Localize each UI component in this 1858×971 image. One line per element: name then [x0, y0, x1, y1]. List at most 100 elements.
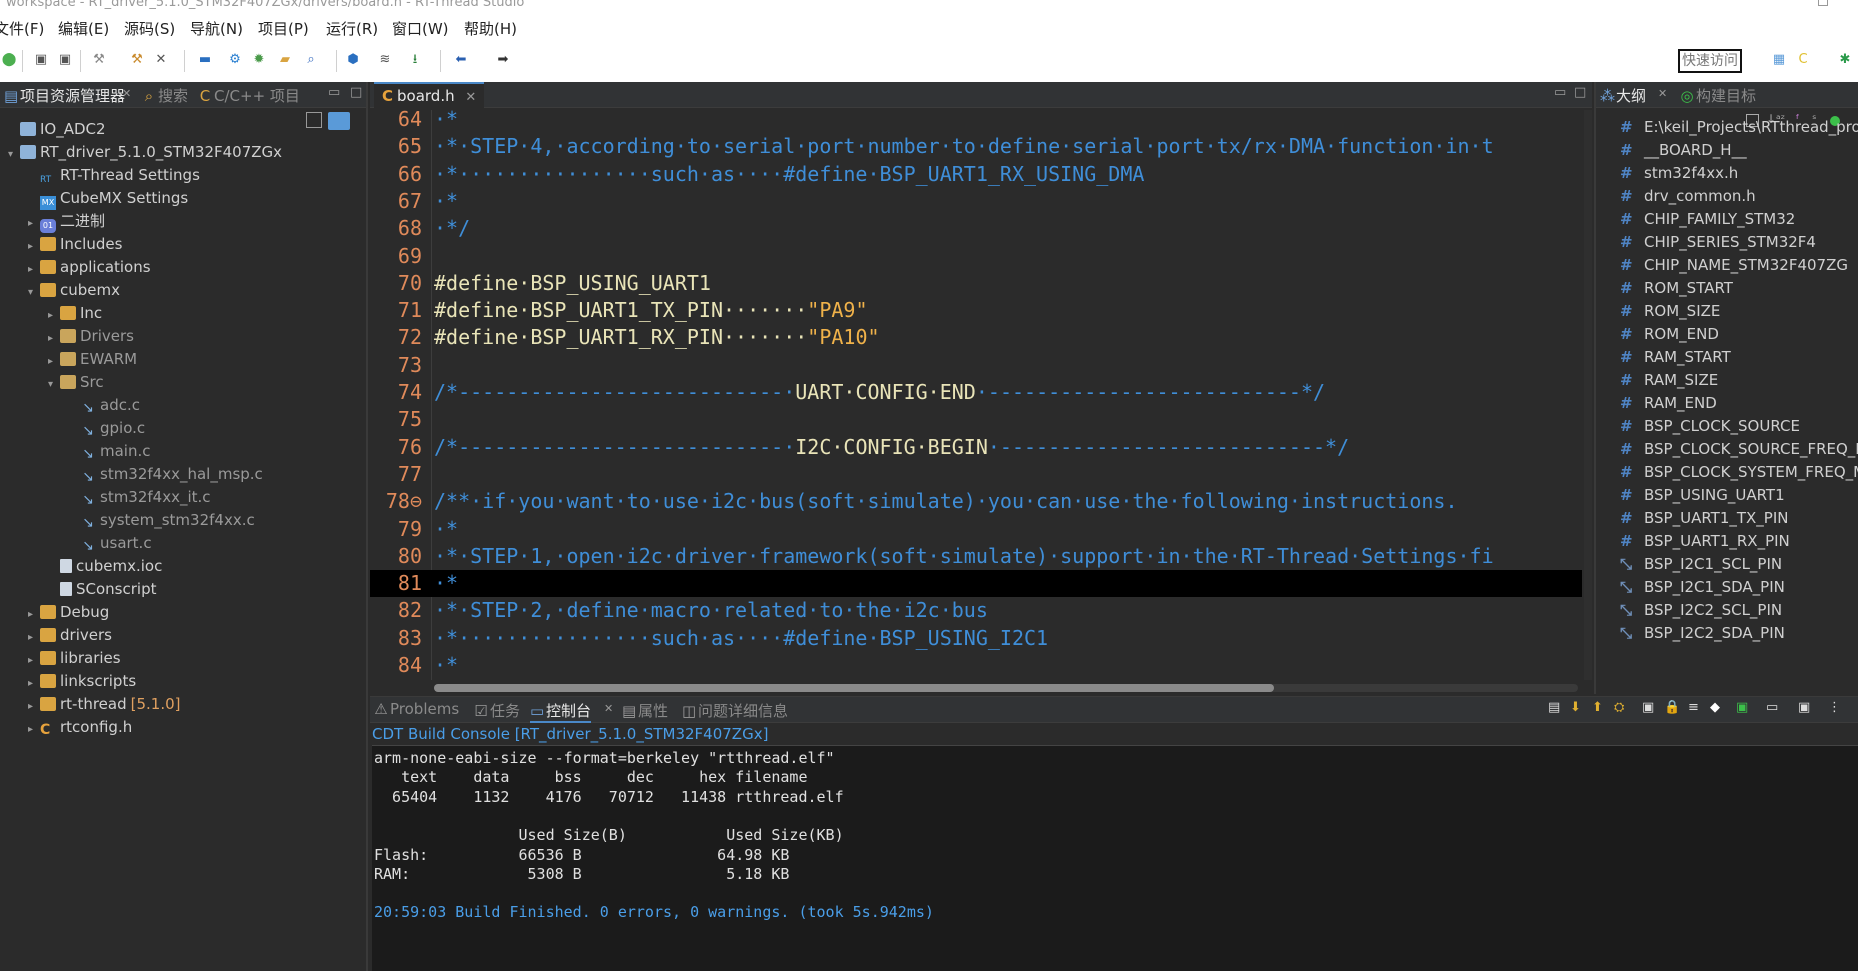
outline-item[interactable]: # RAM_END [1620, 392, 1717, 414]
scroll-lock-icon[interactable]: ⛭ [1614, 700, 1624, 715]
close-tab-icon[interactable]: ✕ [1658, 87, 1667, 100]
erase-icon[interactable]: ◆ [1710, 700, 1720, 715]
word-wrap-icon[interactable]: ≡ [1688, 700, 1699, 715]
download-icon[interactable]: ⭳ [406, 51, 424, 69]
lock-icon[interactable]: 🔒 [1664, 700, 1680, 715]
tree-item[interactable]: ▾ RT_driver_5.1.0_STM32F407ZGx [8, 141, 282, 163]
menu-item[interactable]: 运行(R) [326, 18, 378, 39]
quick-access-field[interactable]: 快速访问 [1678, 49, 1742, 73]
maximize-panel-icon[interactable]: □ [350, 85, 362, 100]
layers-icon[interactable]: ≋ [376, 51, 394, 69]
hammer-icon[interactable]: ⚒ [128, 51, 146, 69]
tree-item[interactable]: ▸ Drivers [48, 325, 134, 347]
editor-tab-board-h[interactable]: Cboard.h ✕ [374, 82, 485, 108]
tree-item[interactable]: cubemx.ioc [48, 555, 162, 577]
collapsed-arrow-icon[interactable]: ▸ [48, 351, 60, 373]
back-icon[interactable]: ⬅ [452, 51, 470, 69]
close-tab-icon[interactable]: ✕ [465, 90, 476, 105]
cpp-perspective-icon[interactable]: C [1794, 51, 1812, 69]
outline-item[interactable]: # RAM_START [1620, 346, 1731, 368]
tree-item[interactable]: ▸ Includes [28, 233, 122, 255]
collapsed-arrow-icon[interactable]: ▸ [28, 236, 40, 258]
tree-item[interactable]: ▾ cubemx [28, 279, 120, 301]
collapsed-arrow-icon[interactable]: ▸ [28, 719, 40, 741]
search-icon[interactable]: ⌕ [302, 51, 320, 69]
outline-item[interactable]: # ROM_START [1620, 277, 1733, 299]
tree-item[interactable]: ↘ usart.c [68, 532, 151, 554]
menu-item[interactable]: 编辑(E) [58, 18, 109, 39]
outline-item[interactable]: # BSP_CLOCK_SOURCE [1620, 415, 1800, 437]
tree-item[interactable]: ↘ stm32f4xx_hal_msp.c [68, 463, 263, 485]
tree-item[interactable]: ▸ linkscripts [28, 670, 136, 692]
outline-item[interactable]: # ROM_SIZE [1620, 300, 1720, 322]
view-menu-icon[interactable]: ⋮ [1828, 700, 1841, 715]
tree-item[interactable]: ▸ Debug [28, 601, 109, 623]
collapse-all-icon[interactable] [306, 112, 322, 128]
menu-item[interactable]: 窗口(W) [392, 18, 449, 39]
scroll-up-icon[interactable]: ⬆ [1592, 700, 1603, 715]
tools-icon[interactable]: ✕ [152, 51, 170, 69]
outline-item[interactable]: # ROM_END [1620, 323, 1719, 345]
outline-item[interactable]: # E:\keil_Projects\RTthread_pro [1620, 116, 1858, 138]
tab-cpp[interactable]: C C/C++ 项目 [198, 85, 300, 106]
maximize-editor-icon[interactable]: □ [1574, 85, 1586, 100]
pin-console-icon[interactable]: ▣ [1642, 700, 1654, 715]
collapsed-arrow-icon[interactable]: ▸ [28, 627, 40, 649]
tab-properties[interactable]: ▤ 属性 [622, 700, 668, 721]
console-output[interactable]: arm-none-eabi-size --format=berkeley "rt… [372, 745, 1858, 971]
build-icon[interactable]: ⚒ [90, 51, 108, 69]
tree-item[interactable]: ↘ adc.c [68, 394, 140, 416]
tab-console[interactable]: ▭ 控制台 [530, 700, 592, 723]
scroll-down-icon[interactable]: ⬇ [1570, 700, 1581, 715]
debug-config-icon[interactable]: ▬ [196, 51, 214, 69]
open-project-icon[interactable]: ▰ [276, 51, 294, 69]
minimize-editor-icon[interactable]: ▭ [1554, 85, 1566, 100]
outline-item[interactable]: ⤡ BSP_I2C1_SCL_PIN [1620, 553, 1782, 575]
tab-outline[interactable]: ⁂大纲 [1600, 85, 1646, 106]
tree-item[interactable]: SConscript [48, 578, 156, 600]
outline-item[interactable]: # BSP_UART1_TX_PIN [1620, 507, 1789, 529]
tab-tasks[interactable]: ☑ 任务 [474, 700, 520, 721]
outline-item[interactable]: # RAM_SIZE [1620, 369, 1718, 391]
editor-vertical-scrollbar[interactable] [1584, 110, 1592, 680]
clear-console-icon[interactable]: ▤ [1548, 700, 1560, 715]
outline-item[interactable]: # drv_common.h [1620, 185, 1756, 207]
collapsed-arrow-icon[interactable]: ▸ [48, 305, 60, 327]
editor-horizontal-scrollbar[interactable] [434, 684, 1578, 692]
rt-perspective-icon[interactable]: ✱ [1836, 51, 1854, 69]
outline-item[interactable]: # CHIP_SERIES_STM32F4 [1620, 231, 1816, 253]
new-icon[interactable]: ⬤ [0, 51, 18, 69]
tree-item[interactable]: RT RT-Thread Settings [28, 164, 200, 186]
tree-item[interactable]: IO_ADC2 [8, 118, 106, 140]
menu-item[interactable]: 源码(S) [124, 18, 175, 39]
outline-item[interactable]: # BSP_CLOCK_SOURCE_FREQ_M [1620, 438, 1858, 460]
tree-item[interactable]: ▸ libraries [28, 647, 121, 669]
menu-item[interactable]: 帮助(H) [464, 18, 517, 39]
collapsed-arrow-icon[interactable]: ▸ [28, 213, 40, 235]
forward-icon[interactable]: ➡ [494, 51, 512, 69]
collapsed-arrow-icon[interactable]: ▸ [28, 650, 40, 672]
minimize-panel-icon[interactable]: ▭ [328, 85, 340, 100]
outline-item[interactable]: # CHIP_NAME_STM32F407ZG [1620, 254, 1848, 276]
editor-horizontal-scroll-thumb[interactable] [434, 684, 1274, 692]
tree-item[interactable]: ↘ system_stm32f4xx.c [68, 509, 255, 531]
save-icon[interactable]: ▣ [32, 51, 50, 69]
tree-item[interactable]: ↘ main.c [68, 440, 150, 462]
tab-search[interactable]: ⌕ 搜索 [142, 85, 188, 106]
collapsed-arrow-icon[interactable]: ▸ [28, 259, 40, 281]
tree-item[interactable]: ▸ drivers [28, 624, 112, 646]
tree-item[interactable]: ▸ Crtconfig.h [28, 716, 132, 738]
link-with-editor-icon[interactable] [328, 112, 350, 130]
collapsed-arrow-icon[interactable]: ▸ [48, 328, 60, 350]
expanded-arrow-icon[interactable]: ▾ [28, 282, 40, 304]
tree-item[interactable]: ↘ gpio.c [68, 417, 145, 439]
outline-item[interactable]: # CHIP_FAMILY_STM32 [1620, 208, 1795, 230]
display-console-icon[interactable]: ▣ [1736, 700, 1748, 715]
open-console-icon[interactable]: ▣ [1798, 700, 1810, 715]
tab-problems[interactable]: ⚠ Problems [374, 700, 459, 718]
outline-item[interactable]: ⤡ BSP_I2C2_SDA_PIN [1620, 622, 1785, 644]
outline-item[interactable]: # BSP_UART1_RX_PIN [1620, 530, 1790, 552]
perspective-icon[interactable]: ▦ [1770, 51, 1788, 69]
tree-item[interactable]: ▸ rt-thread [5.1.0] [28, 693, 181, 715]
restore-window-button[interactable] [1818, 0, 1828, 6]
